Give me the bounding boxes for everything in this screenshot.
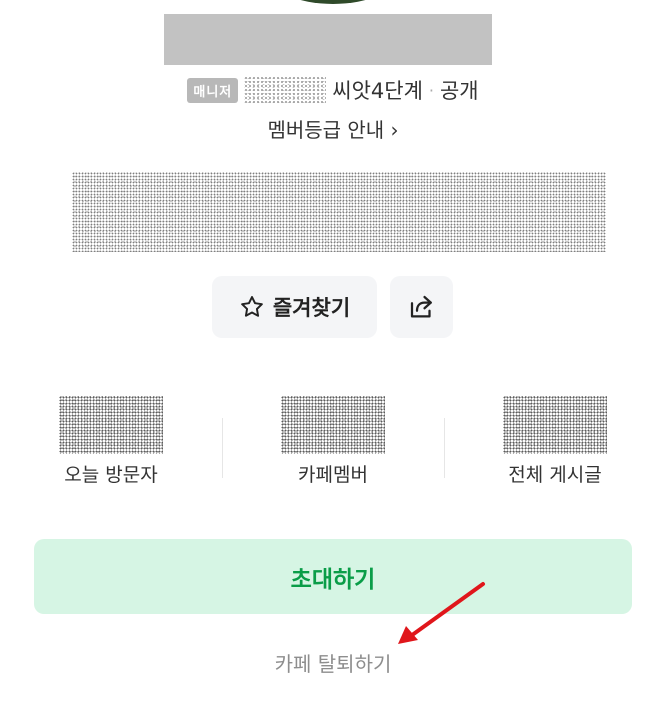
favorite-button[interactable]: 즐겨찾기: [212, 276, 377, 338]
cover-image-placeholder: [164, 14, 492, 65]
member-level: 씨앗4단계: [332, 79, 423, 103]
manager-badge: 매니저: [187, 77, 239, 103]
stat-value-redacted: [281, 396, 385, 454]
stat-label: 전체 게시글: [508, 464, 602, 486]
cafe-stats: 오늘 방문자 카페멤버 전체 게시글: [0, 396, 666, 490]
stat-label: 오늘 방문자: [64, 464, 158, 486]
visibility-status: 공개: [439, 79, 479, 103]
stat-value-redacted: [503, 396, 607, 454]
cafe-description-redacted: [72, 172, 606, 252]
stat-value-redacted: [59, 396, 163, 454]
invite-button[interactable]: 초대하기: [34, 539, 632, 614]
stat-total-posts[interactable]: 전체 게시글: [444, 396, 666, 490]
favorite-label: 즐겨찾기: [272, 296, 351, 320]
share-icon: [410, 295, 432, 318]
leave-cafe-link[interactable]: 카페 탈퇴하기: [0, 648, 666, 677]
separator-dot: ·: [428, 80, 434, 100]
cafe-avatar: [268, 0, 398, 4]
stat-label: 카페멤버: [298, 464, 368, 486]
share-button[interactable]: [390, 276, 453, 338]
nickname-redacted: [244, 76, 327, 104]
red-arrow-annotation: [398, 582, 485, 644]
star-outline-icon: [241, 296, 263, 317]
stat-today-visitors[interactable]: 오늘 방문자: [0, 396, 222, 490]
stat-cafe-members[interactable]: 카페멤버: [222, 396, 444, 490]
member-grade-guide-link[interactable]: 멤버등급 안내 ›: [0, 114, 666, 143]
profile-meta-row: 매니저 씨앗4단계 · 공개: [0, 74, 666, 106]
